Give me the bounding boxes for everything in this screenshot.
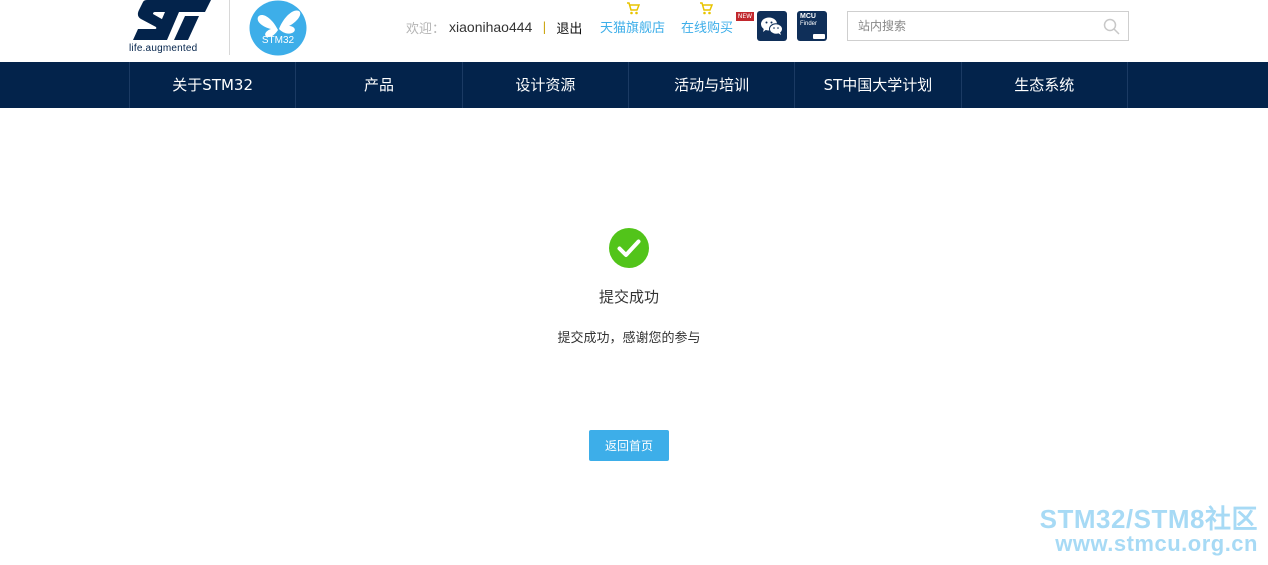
- watermark-url: www.stmcu.org.cn: [1055, 531, 1258, 556]
- nav-items: 关于STM32 产品 设计资源 活动与培训 ST中国大学计划 生态系统: [129, 62, 1128, 108]
- watermark-title: STM32/STM8社区: [1039, 504, 1258, 534]
- cart-icon: [627, 2, 640, 15]
- online-buy-label: 在线购买: [681, 21, 734, 36]
- mcu-finder-label-2: Finder: [800, 21, 818, 27]
- site-search: [847, 11, 1129, 41]
- back-to-home-button[interactable]: 返回首页: [589, 430, 669, 461]
- nav-item-products[interactable]: 产品: [296, 62, 463, 108]
- logout-link[interactable]: 退出: [556, 18, 582, 37]
- wechat-icon: [761, 17, 783, 35]
- online-buy-link[interactable]: 在线购买: [681, 2, 734, 36]
- username[interactable]: xiaonihao444: [449, 19, 532, 35]
- st-logo[interactable]: life.augmented: [129, 0, 213, 58]
- mcu-finder-button[interactable]: MCU Finder: [797, 11, 827, 41]
- butterfly-icon: [249, 0, 307, 56]
- nav-item-about-stm32[interactable]: 关于STM32: [130, 62, 297, 108]
- user-bar: 欢迎： xiaonihao444 | 退出: [406, 17, 582, 37]
- new-badge: NEW: [736, 12, 754, 21]
- site-watermark: STM32/STM8社区 www.stmcu.org.cn: [1040, 506, 1258, 556]
- nav-item-design-resources[interactable]: 设计资源: [463, 62, 629, 108]
- stm32-logo[interactable]: STM32: [249, 0, 307, 56]
- success-check-icon: [609, 228, 649, 268]
- stm32-label: STM32: [261, 35, 295, 46]
- st-logo-mark: [133, 0, 211, 40]
- main-nav: 关于STM32 产品 设计资源 活动与培训 ST中国大学计划 生态系统: [0, 62, 1268, 108]
- st-tagline: life.augmented: [129, 43, 198, 54]
- search-icon[interactable]: [1103, 18, 1120, 35]
- mcu-finder-label-1: MCU: [800, 13, 816, 20]
- nav-item-university-program[interactable]: ST中国大学计划: [795, 62, 962, 108]
- logo-divider: [229, 0, 230, 55]
- wechat-button[interactable]: [757, 11, 787, 41]
- nav-item-ecosystem[interactable]: 生态系统: [962, 62, 1128, 108]
- st-mini-logo-icon: [813, 34, 825, 39]
- site-header: life.augmented STM32 欢迎： xiaonihao444 | …: [0, 0, 1268, 62]
- tmall-store-label: 天猫旗舰店: [600, 21, 666, 36]
- search-input[interactable]: [848, 12, 1098, 40]
- tmall-store-link[interactable]: 天猫旗舰店: [600, 2, 666, 36]
- result-description: 提交成功，感谢您的参与: [557, 331, 701, 346]
- result-title: 提交成功: [598, 288, 659, 306]
- nav-item-events-training[interactable]: 活动与培训: [629, 62, 796, 108]
- cart-icon: [700, 2, 713, 15]
- welcome-label: 欢迎：: [406, 21, 446, 37]
- userbar-separator: |: [542, 20, 547, 34]
